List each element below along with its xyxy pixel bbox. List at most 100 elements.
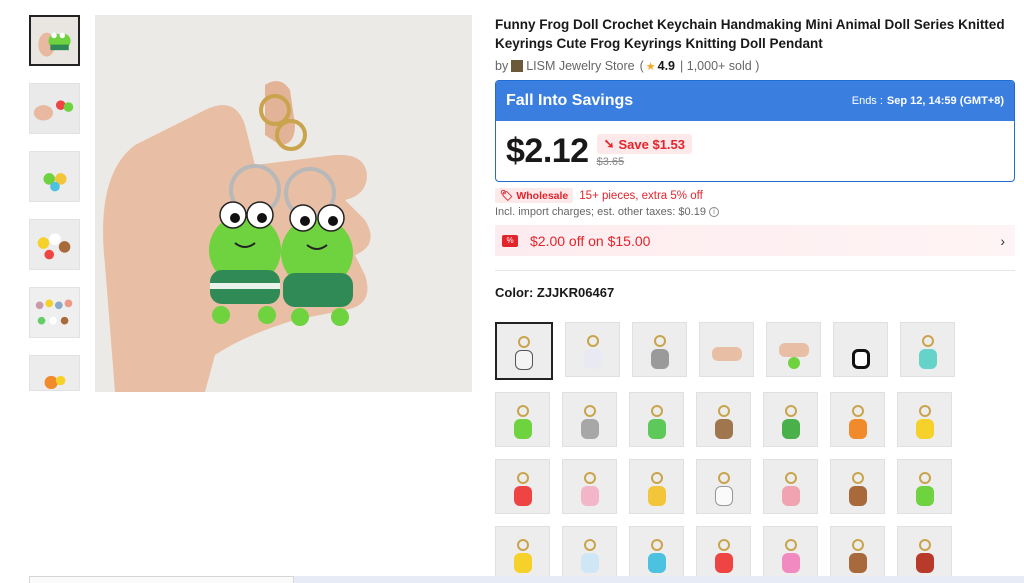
- swatch-toy: [714, 553, 733, 573]
- swatch-option[interactable]: [897, 526, 952, 581]
- chevron-right-icon[interactable]: ›: [1000, 233, 1005, 249]
- ring: [784, 405, 797, 417]
- swatch-option[interactable]: [696, 526, 751, 581]
- ring: [851, 405, 864, 417]
- swatch-toy: [513, 486, 532, 506]
- price-block: $2.12 ➘ Save $1.53 $3.65: [496, 121, 1014, 181]
- swatch-option[interactable]: [699, 322, 754, 377]
- swatch-option[interactable]: [763, 392, 818, 447]
- thumbnail-1[interactable]: [29, 15, 80, 66]
- swatch-toy: [580, 419, 599, 439]
- swatch-option[interactable]: [629, 459, 684, 514]
- swatch-option[interactable]: [495, 459, 550, 514]
- swatch-option[interactable]: [495, 526, 550, 581]
- color-swatch-grid: [495, 322, 955, 583]
- store-logo: [511, 60, 524, 72]
- swatch-option[interactable]: [833, 322, 888, 377]
- ends-date: Sep 12, 14:59 (GMT+8): [886, 95, 1004, 107]
- star-icon: ★: [645, 60, 656, 73]
- swatch-option[interactable]: [562, 459, 617, 514]
- ring: [918, 539, 931, 551]
- swatch-option[interactable]: [830, 526, 885, 581]
- swatch-toy: [781, 486, 800, 506]
- ring: [784, 539, 797, 551]
- wholesale-tag-label: Wholesale: [516, 189, 569, 202]
- swatch-option[interactable]: [565, 322, 620, 377]
- ring: [516, 472, 529, 484]
- promo-ends: Ends : Sep 12, 14:59 (GMT+8): [852, 95, 1004, 107]
- by-prefix: by: [495, 59, 509, 73]
- wholesale-tag[interactable]: 🏷 Wholesale: [495, 188, 574, 203]
- ring: [650, 472, 663, 484]
- ring: [918, 472, 931, 484]
- swatch-toy: [711, 347, 742, 361]
- thumbnail-5[interactable]: [29, 287, 80, 338]
- tag-icon: 🏷: [500, 190, 514, 202]
- ring: [851, 539, 864, 551]
- swatch-option[interactable]: [629, 526, 684, 581]
- swatch-toy: [915, 419, 934, 439]
- swatch-toy: [580, 553, 599, 573]
- ring: [583, 539, 596, 551]
- swatch-toy: [714, 486, 733, 506]
- ring: [650, 539, 663, 551]
- swatch-toy: [714, 419, 733, 439]
- ring: [583, 405, 596, 417]
- rating-open: (: [639, 59, 644, 73]
- swatch-toy: [647, 553, 666, 573]
- swatch-option[interactable]: [696, 459, 751, 514]
- info-icon[interactable]: i: [708, 207, 719, 217]
- ring: [518, 336, 530, 348]
- thumbnail-2[interactable]: [29, 83, 80, 134]
- arrow-down-icon: ➘: [603, 136, 615, 151]
- swatch-option[interactable]: [900, 322, 955, 377]
- swatch-option[interactable]: [495, 392, 550, 447]
- ring: [921, 335, 934, 347]
- ring: [717, 472, 730, 484]
- swatch-toy: [918, 349, 937, 369]
- store-link[interactable]: LISM Jewelry Store: [526, 59, 634, 73]
- swatch-option[interactable]: [763, 526, 818, 581]
- product-title: Funny Frog Doll Crochet Keychain Handmak…: [495, 17, 1005, 51]
- coupon-banner[interactable]: % $2.00 off on $15.00 ›: [495, 225, 1015, 256]
- thumbnail-6[interactable]: [29, 355, 80, 391]
- swatch-option[interactable]: [897, 459, 952, 514]
- swatch-option[interactable]: [830, 459, 885, 514]
- swatch-toy: [915, 486, 934, 506]
- swatch-toy: [515, 350, 533, 370]
- main-product-image[interactable]: [95, 15, 472, 392]
- swatch-option[interactable]: [629, 392, 684, 447]
- swatch-toy: [778, 343, 809, 357]
- thumbnail-image: [30, 288, 79, 337]
- swatch-option[interactable]: [495, 322, 553, 380]
- promo-title: Fall Into Savings: [506, 92, 634, 109]
- swatch-toy: [848, 553, 867, 573]
- swatch-toy: [647, 486, 666, 506]
- ring: [918, 405, 931, 417]
- swatch-option[interactable]: [632, 322, 687, 377]
- promo-header: Fall Into Savings Ends : Sep 12, 14:59 (G…: [496, 81, 1014, 121]
- thumbnail-image: [30, 152, 79, 201]
- ring: [851, 472, 864, 484]
- swatch-option[interactable]: [696, 392, 751, 447]
- swatch-toy: [915, 553, 934, 573]
- frog-keychain-photo: [95, 15, 472, 392]
- bottom-tab-bar[interactable]: [29, 576, 294, 583]
- ring: [717, 539, 730, 551]
- swatch-row: [495, 459, 955, 514]
- swatch-option[interactable]: [897, 392, 952, 447]
- swatch-toy: [513, 553, 532, 573]
- rating-value[interactable]: 4.9: [658, 59, 675, 73]
- swatch-option[interactable]: [830, 392, 885, 447]
- ring: [586, 335, 599, 347]
- promo-box: Fall Into Savings Ends : Sep 12, 14:59 (G…: [495, 80, 1015, 182]
- swatch-option[interactable]: [562, 392, 617, 447]
- swatch-row: [495, 392, 955, 447]
- thumbnail-4[interactable]: [29, 219, 80, 270]
- swatch-option[interactable]: [763, 459, 818, 514]
- swatch-option[interactable]: [766, 322, 821, 377]
- coupon-icon: %: [502, 234, 518, 247]
- swatch-option[interactable]: [562, 526, 617, 581]
- swatch-toy: [650, 349, 669, 369]
- thumbnail-3[interactable]: [29, 151, 80, 202]
